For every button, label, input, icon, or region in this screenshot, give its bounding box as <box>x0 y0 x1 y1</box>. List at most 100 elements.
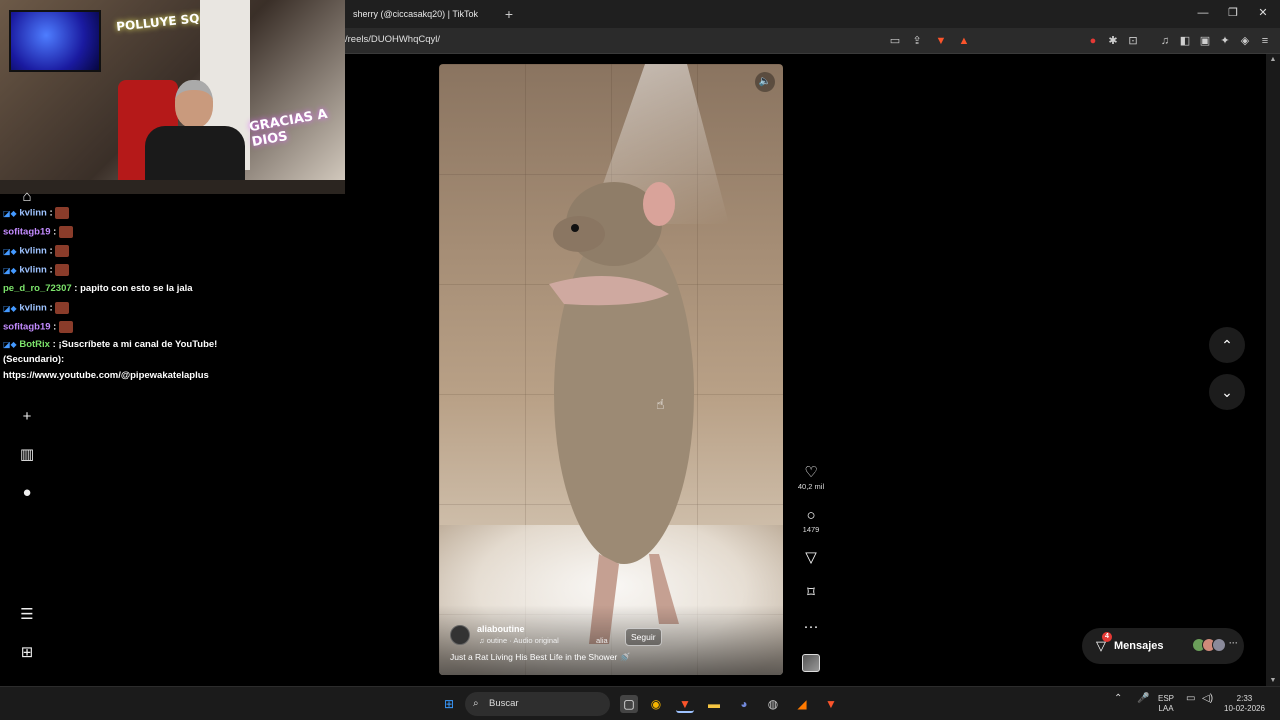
taskbar-search[interactable]: ⌕ Buscar <box>465 692 610 716</box>
emote-icon <box>55 302 70 314</box>
windows-start-icon[interactable]: ⊞ <box>440 695 458 713</box>
like-count: 40,2 mil <box>797 482 825 491</box>
lang-code: ESP <box>1158 694 1175 703</box>
streamer-head <box>175 80 213 128</box>
dashboard-icon[interactable]: ▥ <box>16 444 38 466</box>
chat-username[interactable]: BotRix <box>19 339 50 350</box>
share-action[interactable]: ▽ <box>796 549 826 567</box>
create-icon[interactable]: + <box>16 406 38 428</box>
search-icon: ⌕ <box>473 698 479 709</box>
search-label: Buscar <box>489 698 519 709</box>
microphone-icon[interactable]: 🎤 <box>1137 694 1149 704</box>
restore-button[interactable]: ❐ <box>1218 4 1248 22</box>
next-reel-button[interactable]: ⌄ <box>1209 374 1245 410</box>
reels-icon[interactable]: ⌂ <box>16 186 38 208</box>
scrollbar[interactable]: ▲ ▼ <box>1266 54 1280 686</box>
author-name[interactable]: aliaboutine <box>477 624 525 634</box>
comment-icon[interactable]: ○ <box>796 507 826 525</box>
wallet-icon[interactable]: ▣ <box>1197 33 1213 49</box>
record-icon[interactable]: ● <box>1085 33 1101 49</box>
author-avatar[interactable] <box>450 625 470 645</box>
chat-username[interactable]: sofitagb19 <box>3 322 51 333</box>
clock-time: 2:33 <box>1236 694 1253 703</box>
brave-rewards-icon[interactable]: ▲ <box>956 33 972 49</box>
chat-link[interactable]: https://www.youtube.com/@pipewakatelaplu… <box>3 370 209 381</box>
volume-icon[interactable]: ◁) <box>1202 694 1213 704</box>
minimize-button[interactable]: — <box>1188 4 1218 22</box>
url-field[interactable]: /reels/DUOHWhqCqyl/ <box>345 34 440 45</box>
network-icon[interactable]: ▭ <box>1186 694 1195 704</box>
follow-button[interactable]: Seguir <box>625 628 662 646</box>
chat-username[interactable]: kvlinn <box>19 265 46 276</box>
audio-label[interactable]: ♫ outine · Audio original <box>479 636 559 645</box>
share-icon[interactable]: ⇪ <box>909 33 925 49</box>
comment-action[interactable]: ○ 1479 <box>796 507 826 534</box>
brave-alt-icon[interactable]: ▼ <box>822 695 840 713</box>
discord-icon[interactable]: ◕ <box>735 695 753 713</box>
browser-tab[interactable]: sherry (@ciccasakq20) | TikTok <box>345 0 495 28</box>
hand-cursor-icon: ☝ <box>656 396 665 412</box>
badge-icon: ◪◆ <box>3 265 17 275</box>
media-icon[interactable]: ♫ <box>1157 33 1173 49</box>
messages-more[interactable]: ··· <box>1229 638 1238 648</box>
menu-icon[interactable]: ≡ <box>1257 33 1273 49</box>
file-explorer-icon[interactable]: ▬ <box>705 695 723 713</box>
sidebar-icon[interactable]: ◧ <box>1177 33 1193 49</box>
messages-button[interactable]: ▽ 4 Mensajes ··· <box>1082 628 1244 664</box>
more-icon[interactable]: ··· <box>796 618 826 636</box>
clock-date: 10-02-2026 <box>1224 704 1265 713</box>
chat-message: ◪◆ kvlinn : <box>3 264 70 276</box>
emote-icon <box>55 245 70 257</box>
new-tab-button[interactable]: + <box>500 5 518 23</box>
clock[interactable]: 2:33 10-02-2026 <box>1224 694 1265 714</box>
chrome-icon[interactable]: ◉ <box>647 695 665 713</box>
brave-shield-icon[interactable]: ▼ <box>933 33 949 49</box>
message-avatars <box>1192 638 1226 652</box>
cast-icon[interactable]: ▭ <box>887 33 903 49</box>
close-button[interactable]: ✕ <box>1248 4 1278 22</box>
more-apps-icon[interactable]: ⊞ <box>16 642 38 664</box>
profile-avatar-icon[interactable]: ● <box>16 482 38 504</box>
chat-message-continuation: (Secundario): <box>3 354 65 365</box>
chat-username[interactable]: kvlinn <box>19 303 46 314</box>
chat-text: ¡Suscríbete a mi canal de YouTube! <box>58 339 218 350</box>
chat-username[interactable]: pe_d_ro_72307 <box>3 283 72 294</box>
brave-taskbar-icon[interactable]: ▼ <box>676 695 694 713</box>
save-action[interactable]: ⌑ <box>796 584 826 602</box>
heart-icon[interactable]: ♡ <box>796 464 826 482</box>
bookmark-icon[interactable]: ⌑ <box>796 584 826 602</box>
chat-username[interactable]: sofitagb19 <box>3 227 51 238</box>
lang-layout: LAA <box>1158 704 1174 713</box>
tray-chevron-icon[interactable]: ⌃ <box>1114 694 1122 704</box>
language-indicator[interactable]: ESP LAA <box>1158 694 1174 714</box>
extensions-icon[interactable]: ✱ <box>1105 33 1121 49</box>
previous-reel-button[interactable]: ⌃ <box>1209 327 1245 363</box>
stream-chat: ⌂ + ▥ ● ☰ ⊞ ◪◆ kvlinn : sofitagb19 : ◪◆ … <box>0 188 345 686</box>
app-icon[interactable]: ◢ <box>793 695 811 713</box>
vpn-icon[interactable]: ◈ <box>1237 33 1253 49</box>
like-action[interactable]: ♡ 40,2 mil <box>796 464 826 491</box>
menu-icon[interactable]: ☰ <box>16 604 38 626</box>
more-options[interactable]: ··· <box>796 618 826 636</box>
scroll-down-arrow-icon[interactable]: ▼ <box>1268 677 1278 684</box>
scroll-up-arrow-icon[interactable]: ▲ <box>1268 56 1278 63</box>
obs-icon[interactable]: ◍ <box>764 695 782 713</box>
streamer <box>135 80 245 194</box>
send-icon[interactable]: ▽ <box>796 549 826 567</box>
screenshot-icon[interactable]: ⊡ <box>1125 33 1141 49</box>
reel-caption[interactable]: Just a Rat Living His Best Life in the S… <box>450 652 630 663</box>
chat-username[interactable]: kvlinn <box>19 246 46 257</box>
reel-video[interactable]: 🔈 aliaboutine ♫ outine · Audio original … <box>439 64 783 675</box>
mute-icon[interactable]: 🔈 <box>755 72 775 92</box>
messages-label: Mensajes <box>1114 640 1164 652</box>
leo-icon[interactable]: ✦ <box>1217 33 1233 49</box>
audio-extra: alia <box>596 636 608 645</box>
chat-username[interactable]: kvlinn <box>19 208 46 219</box>
emote-icon <box>55 264 70 276</box>
messages-badge: 4 <box>1102 632 1112 642</box>
badge-icon: ◪◆ <box>3 208 17 218</box>
task-view-icon[interactable]: ▢ <box>620 695 638 713</box>
address-bar: /reels/DUOHWhqCqyl/ ▭ ⇪ ▼ ▲ ● ✱ ⊡ ♫ ◧ ▣ … <box>345 28 1280 54</box>
audio-thumbnail[interactable] <box>802 654 820 672</box>
chat-message: ◪◆ kvlinn : <box>3 245 70 257</box>
